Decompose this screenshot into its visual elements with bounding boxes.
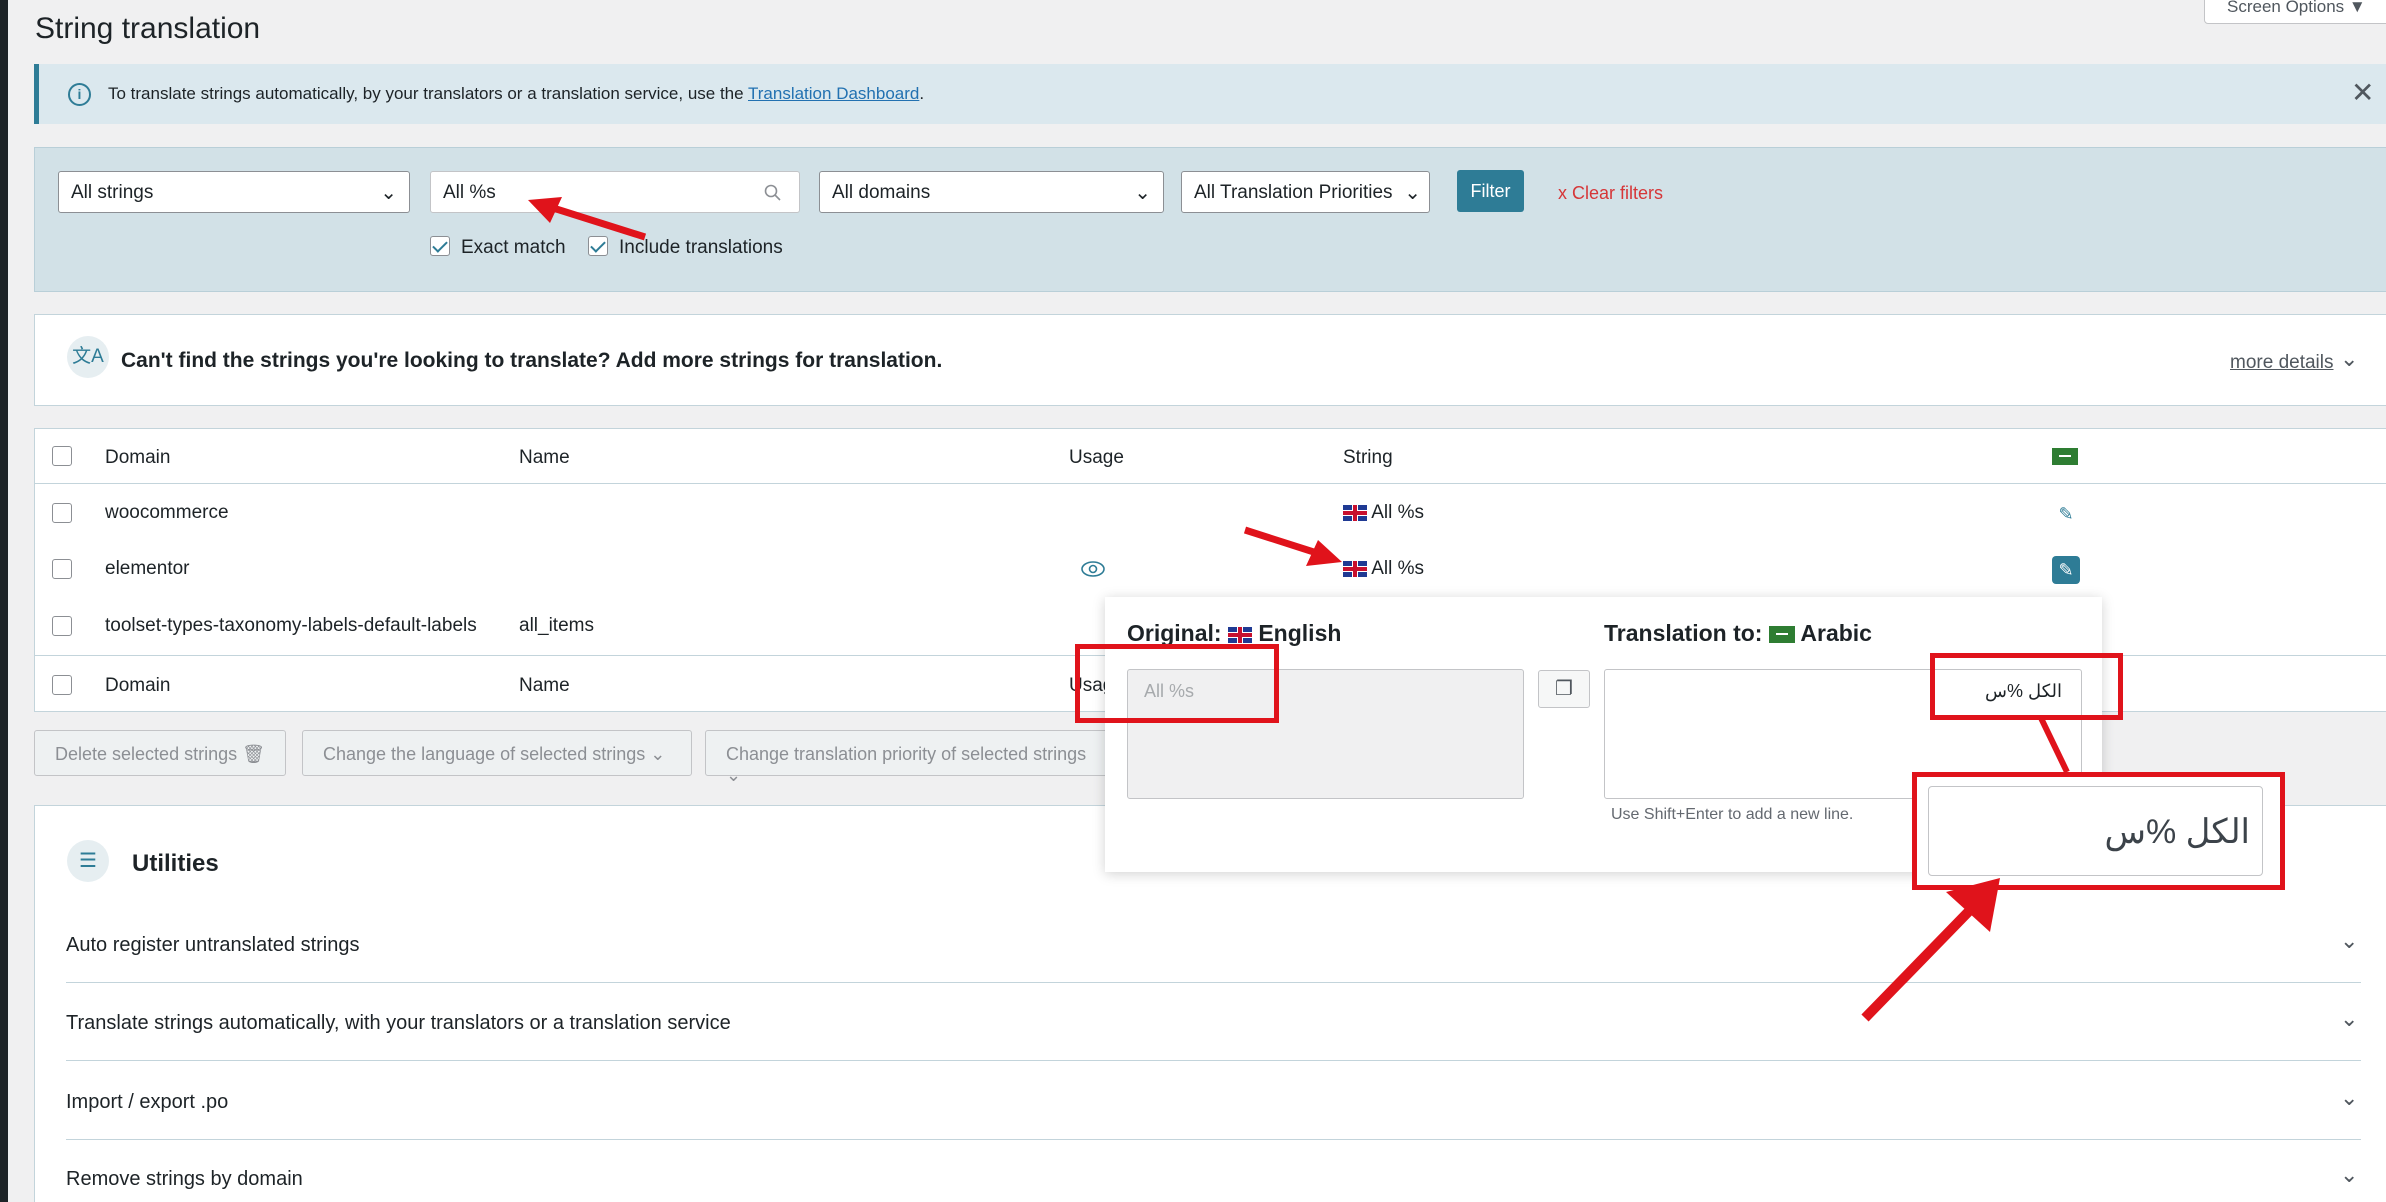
chevron-down-icon[interactable]: ⌄	[2340, 1162, 2358, 1188]
clear-filters-link[interactable]: x Clear filters	[1558, 183, 1663, 204]
annotation-arrow	[1243, 526, 1342, 566]
arabic-flag-icon	[1768, 626, 1795, 644]
admin-sidebar-edge	[0, 0, 8, 1202]
translation-dashboard-link[interactable]: Translation Dashboard	[748, 84, 919, 103]
chevron-down-icon: ⌄	[726, 765, 742, 785]
uk-flag-icon	[1227, 626, 1252, 643]
strings-select[interactable]: All strings ⌄	[58, 171, 410, 213]
utility-divider	[66, 982, 2361, 983]
row-name: all_items	[519, 615, 594, 636]
chevron-down-icon: ⌄	[2340, 346, 2359, 371]
utilities-title: Utilities	[132, 850, 219, 877]
column-domain[interactable]: Domain	[105, 447, 170, 469]
utility-item[interactable]: Translate strings automatically, with yo…	[66, 1012, 2361, 1035]
select-all-checkbox[interactable]	[52, 675, 72, 695]
chevron-down-icon: ⌄	[380, 182, 397, 204]
row-checkbox[interactable]	[52, 503, 72, 523]
row-string: All %s	[1343, 558, 1424, 580]
utility-item[interactable]: Import / export .po	[66, 1091, 2361, 1114]
row-checkbox[interactable]	[52, 616, 72, 636]
close-icon[interactable]: ✕	[2351, 76, 2374, 109]
translate-icon: 文A	[67, 336, 109, 378]
annotation-arrow	[1861, 878, 2000, 1022]
chevron-down-icon[interactable]: ⌄	[2340, 1006, 2358, 1032]
newline-hint: Use Shift+Enter to add a new line.	[1611, 806, 1854, 823]
annotation-line	[2038, 716, 2070, 774]
more-details-link[interactable]: more details	[2230, 352, 2334, 374]
chevron-down-icon: ⌄	[1134, 182, 1151, 204]
annotation-box	[1930, 653, 2123, 720]
exact-match-checkbox[interactable]	[430, 236, 450, 256]
annotation-box	[1075, 644, 1279, 723]
row-domain: woocommerce	[105, 502, 229, 523]
chevron-down-icon: ⌄	[650, 744, 666, 764]
utility-item[interactable]: Remove strings by domain	[66, 1168, 2361, 1191]
edit-translation-icon[interactable]: ✎	[2052, 556, 2080, 584]
column-string[interactable]: String	[1343, 447, 1393, 469]
uk-flag-icon	[1343, 504, 1367, 521]
utility-item[interactable]: Auto register untranslated strings	[66, 934, 2361, 957]
add-strings-text: Can't find the strings you're looking to…	[121, 349, 943, 372]
annotation-arrow	[528, 197, 647, 241]
change-language-button[interactable]: Change the language of selected strings …	[302, 730, 692, 776]
arabic-flag-icon	[2052, 448, 2078, 466]
chevron-down-icon[interactable]: ⌄	[2340, 1085, 2358, 1111]
original-heading: Original: English	[1127, 620, 1342, 646]
copy-icon[interactable]: ❐	[1538, 670, 1590, 708]
priorities-select[interactable]: All Translation Priorities ⌄	[1181, 171, 1430, 213]
zoom-text: الكل %س	[2104, 813, 2250, 851]
sliders-icon: ☰	[67, 840, 109, 882]
footer-domain[interactable]: Domain	[105, 675, 170, 697]
search-icon	[764, 184, 781, 201]
column-name[interactable]: Name	[519, 447, 570, 469]
trash-icon: 🗑	[242, 744, 265, 764]
translation-heading: Translation to: Arabic	[1604, 620, 1872, 646]
chevron-down-icon[interactable]: ⌄	[2340, 928, 2358, 954]
row-string: All %s	[1343, 502, 1424, 524]
notice-text: To translate strings automatically, by y…	[108, 84, 925, 103]
row-domain: elementor	[105, 558, 190, 579]
info-icon: i	[68, 83, 91, 106]
domains-select[interactable]: All domains ⌄	[819, 171, 1164, 213]
row-checkbox[interactable]	[52, 559, 72, 579]
row-domain: toolset-types-taxonomy-labels-default-la…	[105, 615, 477, 636]
filter-panel	[34, 147, 2386, 292]
edit-translation-icon[interactable]: ✎	[2052, 500, 2080, 528]
footer-name[interactable]: Name	[519, 675, 570, 697]
info-notice: i To translate strings automatically, by…	[34, 64, 2386, 124]
table-divider	[34, 483, 2386, 484]
filter-button[interactable]: Filter	[1457, 170, 1524, 212]
chevron-down-icon: ⌄	[1404, 182, 1421, 204]
screen-options-button[interactable]: Screen Options ▼	[2204, 0, 2386, 24]
change-priority-button[interactable]: Change translation priority of selected …	[705, 730, 1115, 785]
delete-selected-button[interactable]: Delete selected strings 🗑	[34, 730, 286, 776]
select-all-checkbox[interactable]	[52, 446, 72, 466]
eye-icon[interactable]	[1081, 560, 1105, 578]
utility-divider	[66, 1139, 2361, 1140]
utility-divider	[66, 1060, 2361, 1061]
page-title: String translation	[35, 12, 261, 45]
column-usage: Usage	[1069, 447, 1124, 468]
